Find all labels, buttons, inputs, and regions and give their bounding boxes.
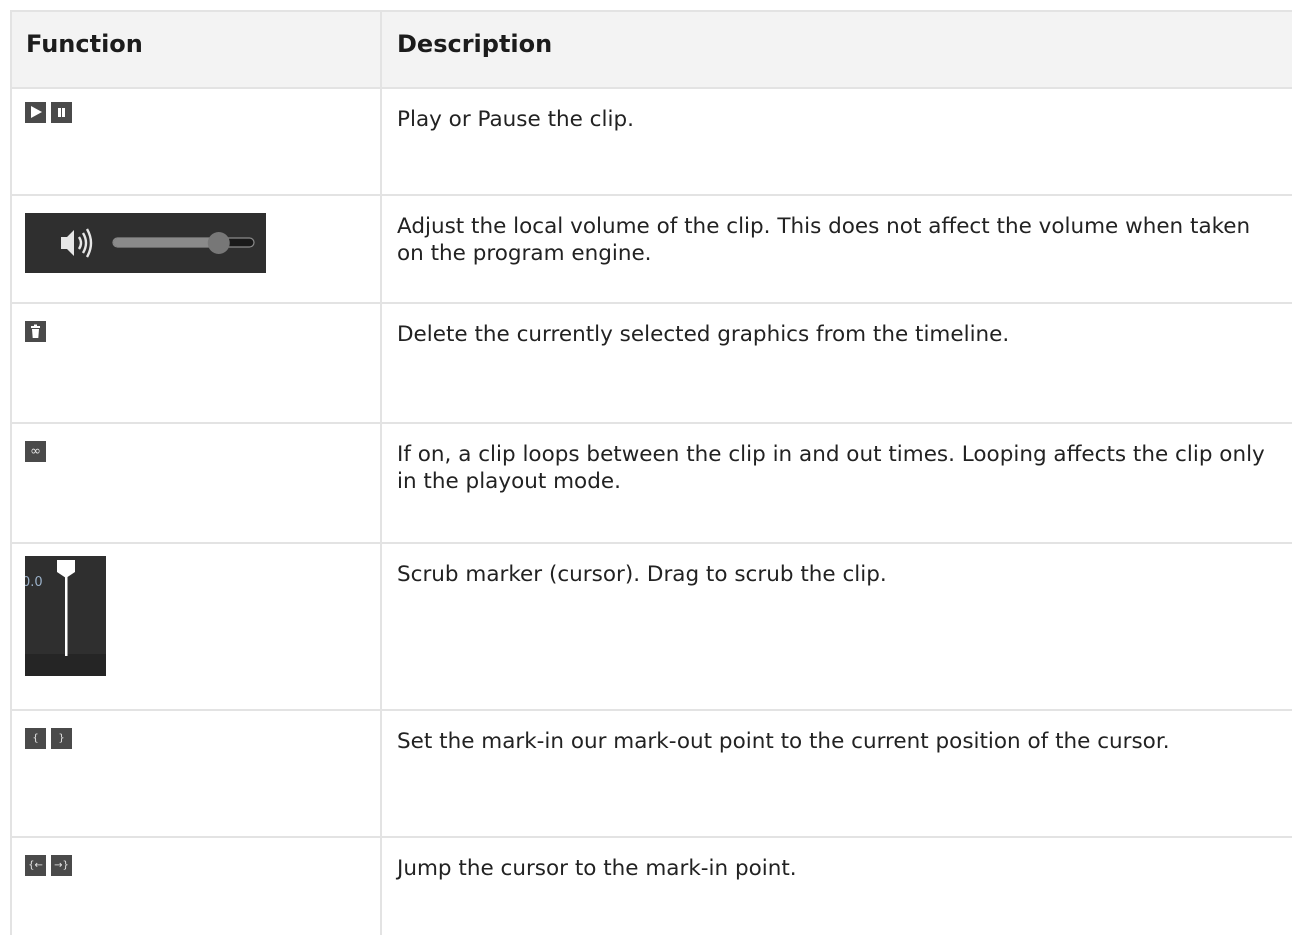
function-table: Function Description Play or Pause the c… [10, 10, 1292, 935]
jump-mark-in-glyph: {← [28, 860, 43, 871]
table-row: ∞ If on, a clip loops between the clip i… [10, 422, 1292, 544]
scrub-marker-icon[interactable]: 0.0 [25, 556, 106, 676]
mark-out-icon[interactable]: } [51, 728, 72, 749]
description-cell: Adjust the local volume of the clip. Thi… [380, 194, 1292, 304]
table-row: {} Set the mark-in our mark-out point to… [10, 709, 1292, 838]
function-cell: {} [10, 709, 382, 838]
scrub-timecode: 0.0 [25, 575, 43, 590]
function-cell [10, 194, 382, 304]
description-cell: Set the mark-in our mark-out point to th… [380, 709, 1292, 838]
trash-icon[interactable] [25, 321, 46, 342]
function-cell [10, 87, 382, 196]
function-cell: {← →} [10, 836, 382, 935]
table-row: {← →} Jump the cursor to the mark-in poin… [10, 836, 1292, 935]
mark-in-glyph: { [32, 733, 39, 744]
function-cell: 0.0 [10, 542, 382, 711]
table-row: 0.0 Scrub marker (cursor). Drag to scrub… [10, 542, 1292, 711]
volume-slider-icon[interactable] [25, 213, 266, 273]
description-cell: Play or Pause the clip. [380, 87, 1292, 196]
loop-icon[interactable]: ∞ [25, 441, 46, 462]
table-row: Play or Pause the clip. [10, 87, 1292, 196]
description-cell: If on, a clip loops between the clip in … [380, 422, 1292, 544]
description-cell: Jump the cursor to the mark-in point. [380, 836, 1292, 935]
play-icon[interactable] [25, 102, 46, 123]
table-row: Adjust the local volume of the clip. Thi… [10, 194, 1292, 304]
table-row: Delete the currently selected graphics f… [10, 302, 1292, 424]
mark-out-glyph: } [58, 733, 65, 744]
pause-icon[interactable] [51, 102, 72, 123]
description-cell: Delete the currently selected graphics f… [380, 302, 1292, 424]
function-cell [10, 302, 382, 424]
jump-mark-out-icon[interactable]: →} [51, 855, 72, 876]
loop-glyph: ∞ [30, 444, 41, 459]
description-cell: Scrub marker (cursor). Drag to scrub the… [380, 542, 1292, 711]
jump-mark-out-glyph: →} [54, 860, 69, 871]
function-cell: ∞ [10, 422, 382, 544]
table-header-row: Function Description [10, 10, 1292, 89]
description-column-header: Description [380, 10, 1292, 89]
mark-in-icon[interactable]: { [25, 728, 46, 749]
function-column-header: Function [10, 10, 382, 89]
jump-mark-in-icon[interactable]: {← [25, 855, 46, 876]
